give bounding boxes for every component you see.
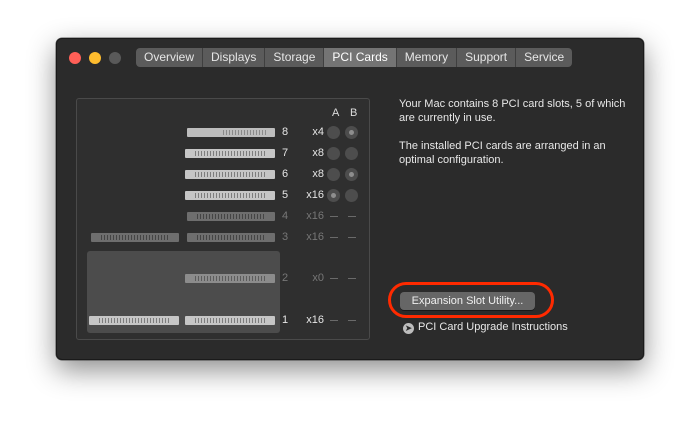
- slot-lanes: x16: [306, 189, 324, 201]
- tab-displays[interactable]: Displays: [203, 48, 266, 67]
- tab-overview[interactable]: Overview: [136, 48, 204, 67]
- slot-number: 7: [282, 147, 289, 159]
- tab-service[interactable]: Service: [516, 48, 573, 67]
- slots-summary: Your Mac contains 8 PCI card slots, 5 of…: [399, 98, 626, 124]
- slot-row-4: 4 x16: [77, 209, 369, 225]
- indicator-a-dash: [330, 278, 338, 279]
- pci-card: [185, 170, 275, 179]
- tab-support[interactable]: Support: [457, 48, 517, 67]
- slot-lanes: x16: [306, 231, 324, 243]
- indicator-b-dash: [348, 320, 356, 321]
- indicator-a-icon: [327, 147, 340, 160]
- pci-card: [185, 191, 275, 200]
- slot-number: 2: [282, 272, 289, 284]
- slot-lanes: x16: [306, 210, 324, 222]
- indicator-a-icon: [327, 189, 340, 202]
- covered-slot: [185, 274, 275, 283]
- tab-pci-cards[interactable]: PCI Cards: [324, 48, 397, 67]
- slot-row-5: 5 x16: [77, 188, 369, 204]
- indicator-b-icon: [345, 168, 358, 181]
- slot-lanes: x8: [312, 147, 324, 159]
- indicator-b-dash: [348, 216, 356, 217]
- indicator-a-icon: [327, 168, 340, 181]
- indicator-b-icon: [345, 189, 358, 202]
- pci-slots-diagram: A B 8 x4 7 x8 6 x8 5 x16 4 x16 3 x16 2 x…: [76, 98, 370, 340]
- slot-lanes: x0: [312, 272, 324, 284]
- slot-lanes: x4: [312, 126, 324, 138]
- slot-row-7: 7 x8: [77, 146, 369, 162]
- indicator-a-icon: [327, 126, 340, 139]
- indicator-a-dash: [330, 216, 338, 217]
- indicator-b-icon: [345, 126, 358, 139]
- arrow-right-circle-icon: ➤: [403, 323, 414, 334]
- slot-number: 3: [282, 231, 289, 243]
- close-button[interactable]: [69, 52, 81, 64]
- indicator-b-dash: [348, 278, 356, 279]
- tab-memory[interactable]: Memory: [396, 48, 458, 67]
- slot-lanes: x16: [306, 314, 324, 326]
- empty-slot: [187, 212, 275, 221]
- tab-bar: Overview Displays Storage PCI Cards Memo…: [136, 48, 573, 67]
- slot-row-2: 2 x0: [77, 271, 369, 287]
- pci-card: [185, 316, 275, 325]
- slot-row-8: 8 x4: [77, 125, 369, 141]
- configuration-status: The installed PCI cards are arranged in …: [399, 140, 606, 166]
- system-information-window: Overview Displays Storage PCI Cards Memo…: [56, 38, 644, 360]
- slot-number: 1: [282, 314, 289, 326]
- pci-info-text: Your Mac contains 8 PCI card slots, 5 of…: [399, 97, 629, 181]
- slot-number: 6: [282, 168, 289, 180]
- pci-card-extension: [89, 316, 179, 325]
- empty-slot: [187, 233, 275, 242]
- link-label: PCI Card Upgrade Instructions: [418, 321, 568, 333]
- slot-row-3: 3 x16: [77, 230, 369, 246]
- pci-upgrade-instructions-link[interactable]: ➤ PCI Card Upgrade Instructions: [403, 321, 568, 334]
- empty-slot-extension: [91, 233, 179, 242]
- slot-number: 5: [282, 189, 289, 201]
- indicator-b-icon: [345, 147, 358, 160]
- slot-row-6: 6 x8: [77, 167, 369, 183]
- slot-row-1: 1 x16: [77, 313, 369, 329]
- pci-card: [187, 128, 275, 137]
- slot-number: 8: [282, 126, 289, 138]
- indicator-a-dash: [330, 237, 338, 238]
- slot-number: 4: [282, 210, 289, 222]
- column-b-header: B: [350, 107, 358, 119]
- expansion-slot-utility-button[interactable]: Expansion Slot Utility...: [400, 292, 535, 310]
- indicator-b-dash: [348, 237, 356, 238]
- column-a-header: A: [332, 107, 340, 119]
- slot-lanes: x8: [312, 168, 324, 180]
- pci-card: [185, 149, 275, 158]
- indicator-a-dash: [330, 320, 338, 321]
- tab-storage[interactable]: Storage: [265, 48, 325, 67]
- minimize-button[interactable]: [89, 52, 101, 64]
- zoom-button[interactable]: [109, 52, 121, 64]
